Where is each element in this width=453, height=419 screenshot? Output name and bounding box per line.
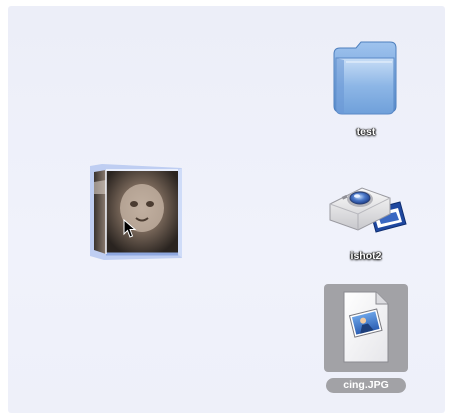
desktop-background[interactable]: test ishot2 cing.JPG — [8, 6, 445, 413]
camera-icon — [329, 187, 407, 233]
image-cube-graphic — [90, 164, 182, 260]
item-label: test — [356, 126, 376, 138]
item-label: cing.JPG — [343, 379, 389, 391]
desktop-item-cing-jpg[interactable]: cing.JPG — [316, 284, 416, 394]
selected-item-label: cing.JPG — [326, 378, 406, 393]
folder-icon — [333, 41, 397, 115]
mouse-pointer-icon — [123, 219, 137, 238]
desktop-item-test-folder[interactable]: test — [316, 34, 416, 144]
item-label: ishot2 — [350, 250, 382, 262]
desktop-item-ishot2[interactable]: ishot2 — [314, 174, 418, 270]
jpeg-file-icon — [343, 291, 389, 363]
image-cube-icon[interactable] — [88, 162, 192, 266]
